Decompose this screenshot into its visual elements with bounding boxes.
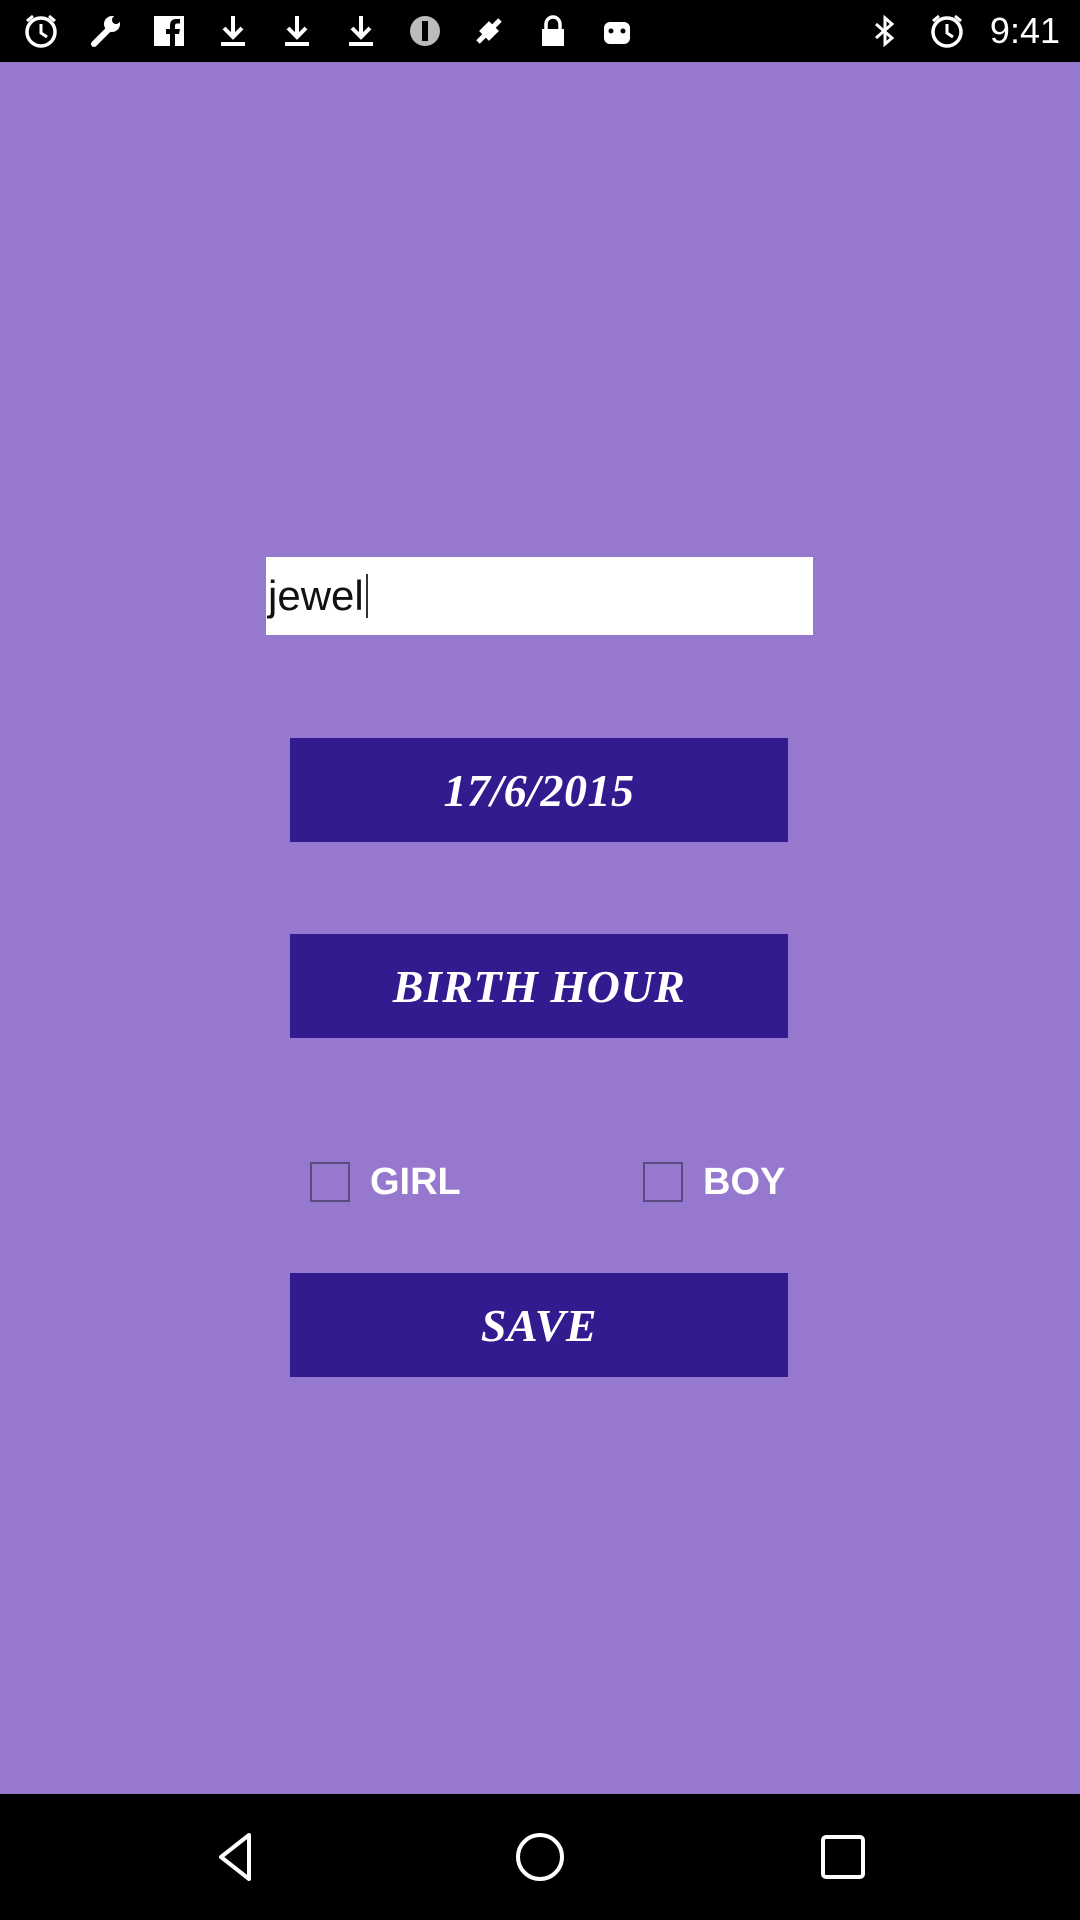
girl-label: GIRL xyxy=(370,1160,461,1203)
girl-checkbox[interactable] xyxy=(310,1162,350,1202)
name-input-value: jewel xyxy=(268,572,364,619)
back-icon[interactable] xyxy=(207,1827,267,1887)
status-bar: 9:41 xyxy=(0,0,1080,62)
fake-gps-icon xyxy=(470,12,508,50)
download-icon xyxy=(278,12,316,50)
girl-checkbox-row[interactable]: GIRL xyxy=(310,1149,461,1215)
recents-icon[interactable] xyxy=(813,1827,873,1887)
android-icon xyxy=(598,12,636,50)
text-cursor xyxy=(365,574,368,618)
app-screen: jewel 17/6/2015 BIRTH HOUR GIRL BOY SAVE xyxy=(0,62,1080,1794)
date-button-label: 17/6/2015 xyxy=(443,764,635,816)
notification-icons xyxy=(22,0,636,62)
boy-checkbox[interactable] xyxy=(643,1162,683,1202)
download-icon xyxy=(214,12,252,50)
status-right: 9:41 xyxy=(866,0,1060,62)
facebook-icon xyxy=(150,12,188,50)
bluetooth-icon xyxy=(866,12,904,50)
navigation-bar xyxy=(0,1794,1080,1920)
alarm-icon xyxy=(928,12,966,50)
name-input[interactable]: jewel xyxy=(266,557,813,635)
lock-icon xyxy=(534,12,572,50)
birth-hour-button-label: BIRTH HOUR xyxy=(392,960,686,1012)
boy-label: BOY xyxy=(703,1160,786,1203)
boy-checkbox-row[interactable]: BOY xyxy=(643,1149,785,1215)
clock: 9:41 xyxy=(989,10,1060,51)
save-button[interactable]: SAVE xyxy=(290,1273,788,1377)
wrench-icon xyxy=(86,12,124,50)
home-icon[interactable] xyxy=(510,1827,570,1887)
info-icon xyxy=(406,12,444,50)
save-button-label: SAVE xyxy=(480,1299,598,1351)
alarm-icon xyxy=(22,12,60,50)
download-icon xyxy=(342,12,380,50)
date-button[interactable]: 17/6/2015 xyxy=(290,738,788,842)
birth-hour-button[interactable]: BIRTH HOUR xyxy=(290,934,788,1038)
